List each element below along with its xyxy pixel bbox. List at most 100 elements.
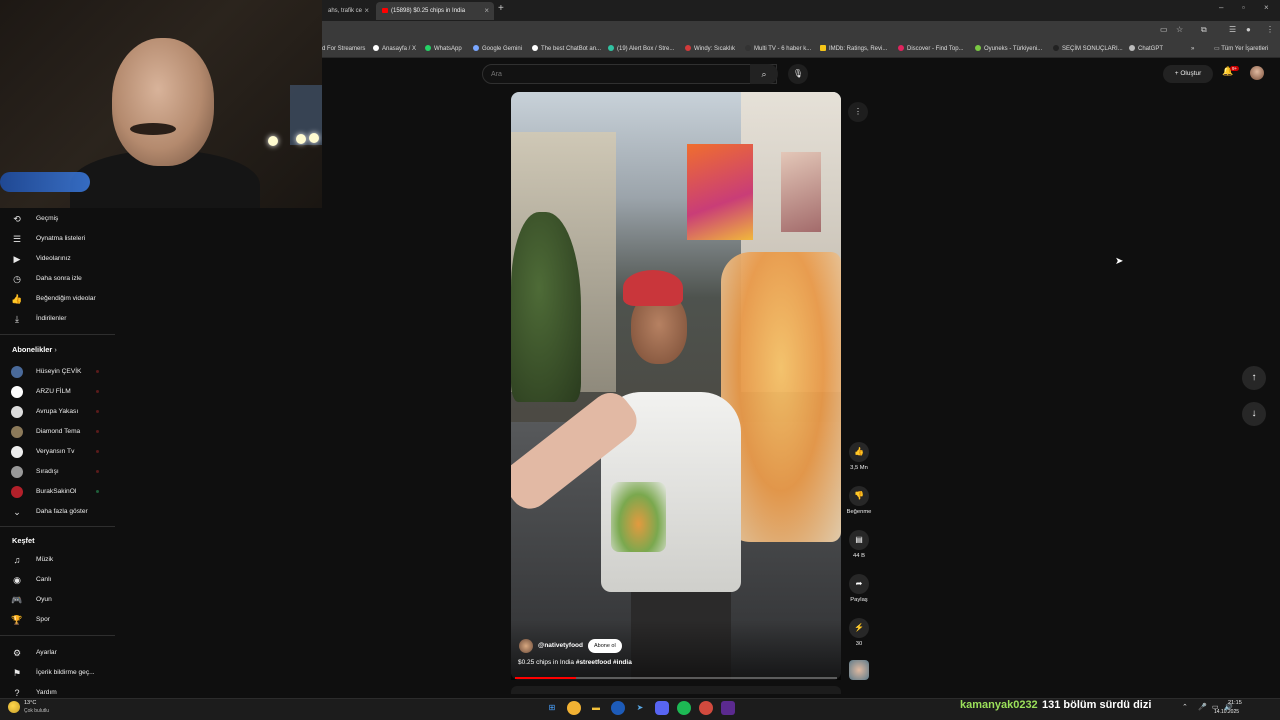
video-title[interactable]: $0.25 chips in India #streetfood #india [518, 659, 632, 666]
sidebar-item-watch-later[interactable]: ◷ Daha sonra izle [0, 270, 118, 290]
install-app-icon[interactable]: ▭ [1160, 25, 1168, 34]
next-short-button[interactable]: ↓ [1242, 402, 1266, 426]
profile-icon[interactable]: ● [1246, 25, 1251, 34]
chrome-icon[interactable] [567, 701, 581, 715]
browser-tab-inactive[interactable]: ahs, trafik ce × [322, 2, 374, 20]
windows-start-icon[interactable]: ⊞ [545, 701, 559, 715]
close-tab-icon[interactable]: × [484, 2, 489, 20]
like-button[interactable]: 👍 3,5 Mn [846, 442, 872, 471]
channel-name[interactable]: @nativetyfood [538, 642, 583, 649]
bookmark-item[interactable]: WhatsApp [425, 41, 462, 58]
spotify-icon[interactable] [677, 701, 691, 715]
close-window-icon[interactable]: × [1264, 3, 1269, 12]
microphone-icon: 🎙 [792, 69, 804, 78]
bookmark-item[interactable]: The best ChatBot an... [532, 41, 601, 58]
led-light [268, 136, 278, 146]
tab-title: (15898) $0.25 chips in India [391, 8, 466, 14]
tray-microphone-icon[interactable]: 🎤 [1198, 703, 1207, 711]
more-bookmarks-icon[interactable]: » [1191, 41, 1194, 58]
bookmark-item[interactable]: Anasayfa / X [373, 41, 416, 58]
previous-short-button[interactable]: ↑ [1242, 366, 1266, 390]
bookmark-item[interactable]: ChatGPT [1129, 41, 1163, 58]
bookmark-star-icon[interactable]: ☆ [1176, 25, 1183, 34]
channel-avatar [11, 426, 23, 438]
video-billboard [781, 152, 821, 232]
bookmark-item[interactable]: d For Streamers [322, 41, 365, 58]
clock-date[interactable]: 14.10.2025 [1214, 709, 1239, 715]
bookmark-item[interactable]: SEÇİM SONUÇLARI... [1053, 41, 1123, 58]
sidebar: ⟲ Geçmiş ☰ Oynatma listeleri ▶ Videolarınız… [0, 208, 120, 698]
sidebar-item-your-videos[interactable]: ▶ Videolarınız [0, 250, 118, 270]
bookmark-item[interactable]: IMDb: Ratings, Revi... [820, 41, 887, 58]
create-button[interactable]: + Oluştur [1163, 65, 1213, 83]
sidebar-item-subscription[interactable]: BurakSakinOl [0, 483, 118, 503]
sidebar-item-playlists[interactable]: ☰ Oynatma listeleri [0, 230, 118, 250]
remix-button[interactable]: ⚡ 30 [846, 618, 872, 647]
shorts-video-player[interactable] [511, 92, 841, 680]
downloads-icon: ⤓ [15, 314, 19, 324]
minimize-icon[interactable]: – [1219, 3, 1223, 12]
new-tab-icon[interactable]: + [498, 3, 504, 14]
obs-app-icon[interactable] [721, 701, 735, 715]
voice-search-button[interactable]: 🎙 [788, 64, 808, 84]
sidebar-item-settings[interactable]: ⚙ Ayarlar [0, 644, 118, 664]
bookmark-item[interactable]: Oyuneks - Türkiyeni... [975, 41, 1042, 58]
liked-videos-icon: 👍 [11, 294, 23, 304]
sidebar-item-history[interactable]: ⟲ Geçmiş [0, 210, 118, 230]
comments-button[interactable]: ▤ 44 B [846, 530, 872, 559]
discord-icon[interactable] [655, 701, 669, 715]
your-videos-icon: ▶ [13, 254, 21, 264]
sidebar-item-subscription[interactable]: Diamond Tema [0, 423, 118, 443]
sidebar-item-report-history[interactable]: ⚑ İçerik bildirme geç... [0, 664, 118, 684]
channel-avatar[interactable] [519, 639, 533, 653]
bookmark-item[interactable]: Discover - Find Top... [898, 41, 964, 58]
sound-thumbnail[interactable] [849, 660, 869, 680]
dislike-button[interactable]: 👎 Beğenme [846, 486, 872, 515]
search-button[interactable]: ⌕ [750, 64, 778, 84]
subscribe-button[interactable]: Abone ol [588, 639, 622, 653]
live-indicator [96, 390, 99, 393]
sidebar-toggle-icon[interactable]: ☰ [1229, 25, 1236, 34]
steam-icon[interactable] [611, 701, 625, 715]
sidebar-item-gaming[interactable]: 🎮 Oyun [0, 591, 118, 611]
bookmark-item[interactable]: Multi TV - 6 haber k... [745, 41, 811, 58]
sidebar-item-sports[interactable]: 🏆 Spor [0, 611, 118, 631]
share-button[interactable]: ➦ Paylaş [846, 574, 872, 603]
search-input[interactable] [491, 65, 741, 83]
chevron-down-icon: ⌄ [13, 507, 21, 517]
sidebar-item-subscription[interactable]: Hüseyin ÇEVİK [0, 363, 118, 383]
browser-tab-active[interactable]: (15898) $0.25 chips in India × [376, 2, 494, 20]
chrome-alt-icon[interactable] [699, 701, 713, 715]
bookmark-item[interactable]: Google Gemini [473, 41, 522, 58]
extensions-icon[interactable]: ⧉ [1201, 25, 1207, 35]
sidebar-item-music[interactable]: ♫ Müzik [0, 551, 118, 571]
sidebar-item-subscription[interactable]: Veryansın Tv [0, 443, 118, 463]
bookmark-item[interactable]: Windy: Sıcaklık [685, 41, 735, 58]
account-avatar[interactable] [1250, 66, 1264, 80]
subscriptions-heading[interactable]: Abonelikler › [12, 345, 57, 354]
maximize-icon[interactable]: ▫ [1242, 3, 1245, 12]
sidebar-item-liked-videos[interactable]: 👍 Beğendiğim videolar [0, 290, 118, 310]
chat-message: 131 bölüm sürdü dizi [1042, 699, 1152, 711]
video-hashtags[interactable]: #streetfood #india [576, 659, 632, 666]
sidebar-item-subscription[interactable]: Avrupa Yakası [0, 403, 118, 423]
tray-chevron-icon[interactable]: ⌃ [1182, 703, 1188, 711]
close-tab-icon[interactable]: × [364, 2, 369, 20]
sidebar-item-downloads[interactable]: ⤓ İndirilenler [0, 310, 118, 330]
sidebar-item-live[interactable]: ◉ Canlı [0, 571, 118, 591]
file-explorer-icon[interactable]: ▬ [589, 701, 603, 715]
bookmark-item[interactable]: (19) Alert Box / Stre... [608, 41, 674, 58]
weather-icon[interactable] [8, 701, 20, 713]
video-chips-cup [611, 482, 666, 552]
next-short-preview [511, 686, 841, 694]
windy-icon [685, 45, 691, 51]
show-more-button[interactable]: ⌄ Daha fazla göster [0, 503, 118, 523]
gemini-icon [473, 45, 479, 51]
more-options-button[interactable]: ⋮ [848, 102, 868, 122]
sidebar-item-subscription[interactable]: ARZU FİLM [0, 383, 118, 403]
browser-menu-icon[interactable]: ⋮ [1266, 25, 1274, 34]
telegram-icon[interactable]: ➤ [633, 701, 647, 715]
all-bookmarks[interactable]: ▭ Tüm Yer İşaretleri [1214, 41, 1268, 58]
clock-time[interactable]: 21:15 [1228, 700, 1242, 706]
sidebar-item-subscription[interactable]: Sıradışı [0, 463, 118, 483]
